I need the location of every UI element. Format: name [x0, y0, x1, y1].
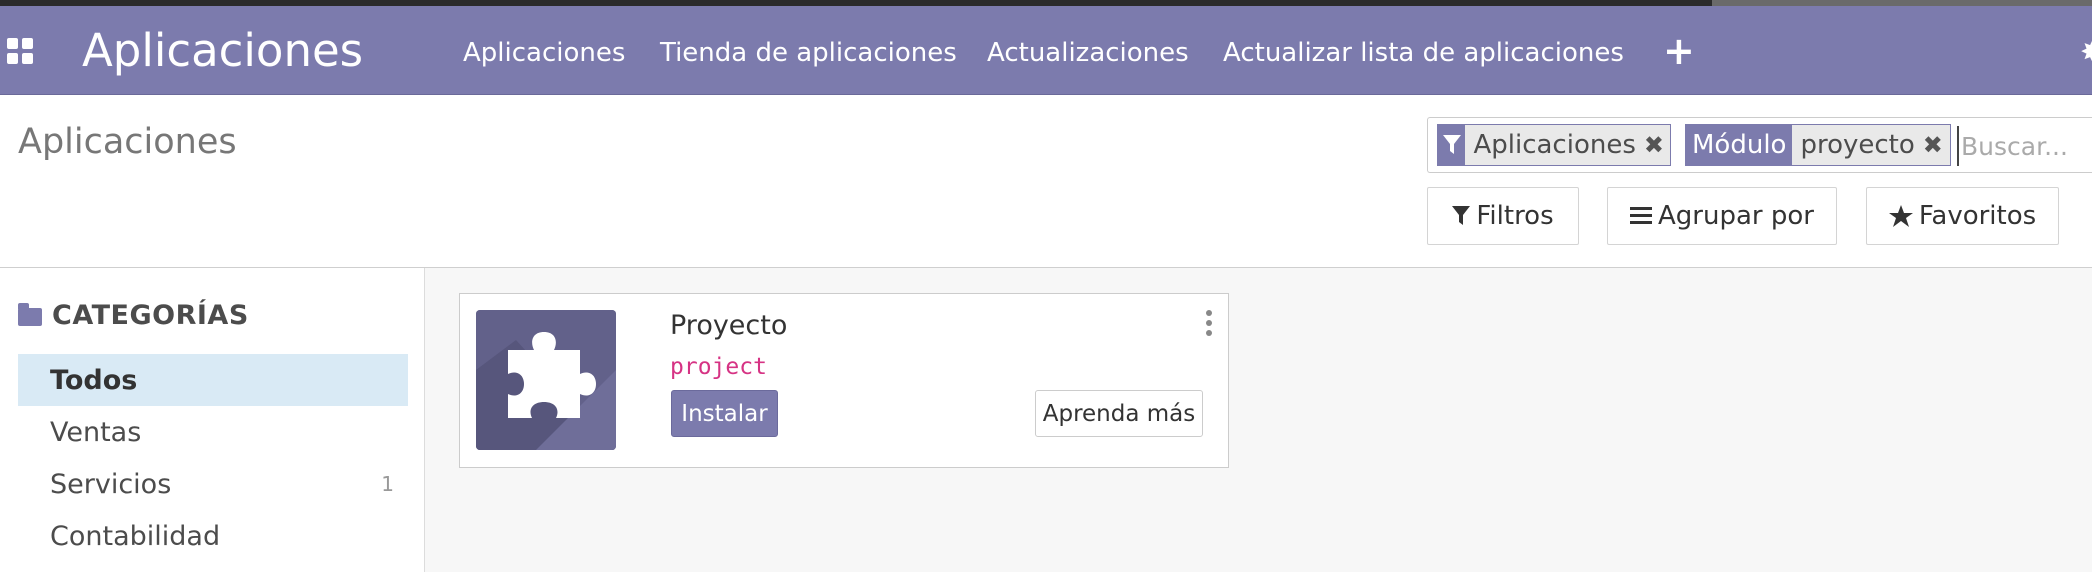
app-card-name: Proyecto	[670, 310, 788, 341]
add-menu-button[interactable]: +	[1663, 28, 1695, 74]
learn-more-button[interactable]: Aprenda más	[1035, 390, 1203, 437]
categories-sidebar: CATEGORÍAS Todos Ventas Servicios 1 Cont…	[0, 268, 425, 572]
kebab-dot	[1206, 320, 1212, 326]
facet-filter[interactable]: Aplicaciones ✖	[1437, 124, 1671, 166]
app-card-technical-name: project	[670, 354, 767, 380]
list-icon	[1630, 207, 1653, 224]
apps-menu-icon[interactable]	[7, 38, 33, 64]
category-item-label: Ventas	[50, 416, 142, 448]
top-navbar: Aplicaciones Aplicaciones Tienda de apli…	[0, 6, 2092, 95]
kebab-menu-icon[interactable]	[1204, 310, 1214, 336]
apps-grid-square	[7, 38, 18, 49]
categories-header: CATEGORÍAS	[18, 299, 249, 333]
category-item-ventas[interactable]: Ventas	[18, 406, 408, 458]
puzzle-icon	[476, 310, 616, 450]
star-icon	[1888, 205, 1913, 227]
install-button[interactable]: Instalar	[671, 390, 778, 437]
category-item-label: Todos	[50, 364, 138, 396]
folder-icon	[18, 303, 42, 326]
facet-modulo-label: Módulo	[1686, 125, 1793, 165]
apps-grid-square	[22, 38, 33, 49]
kebab-dot	[1206, 330, 1212, 336]
facet-remove-icon[interactable]: ✖	[1644, 125, 1670, 165]
filter-icon	[1438, 125, 1466, 165]
filters-button[interactable]: Filtros	[1427, 187, 1579, 245]
facet-modulo-value: proyecto	[1800, 130, 1915, 160]
category-item-label: Servicios	[50, 468, 172, 500]
facet-remove-icon[interactable]: ✖	[1923, 125, 1949, 165]
bug-icon[interactable]: ✸	[2080, 36, 2092, 70]
filters-button-label: Filtros	[1476, 201, 1554, 231]
category-item-label: Contabilidad	[50, 520, 221, 552]
category-item-todos[interactable]: Todos	[18, 354, 408, 406]
apps-grid-square	[7, 53, 18, 64]
facet-filter-value: Aplicaciones	[1473, 130, 1636, 160]
page-title: Aplicaciones	[18, 122, 237, 162]
category-item-contabilidad[interactable]: Contabilidad	[18, 510, 408, 562]
group-by-button-label: Agrupar por	[1658, 201, 1814, 231]
kanban-view: Proyecto project Instalar Aprenda más	[425, 268, 2092, 572]
menu-item-actualizar-lista[interactable]: Actualizar lista de aplicaciones	[1223, 36, 1624, 70]
search-box[interactable]: Aplicaciones ✖ Módulo proyecto ✖	[1427, 117, 2092, 173]
category-item-servicios[interactable]: Servicios 1	[18, 458, 408, 510]
favorites-button-label: Favoritos	[1918, 201, 2037, 231]
kebab-dot	[1206, 310, 1212, 316]
menu-item-actualizaciones[interactable]: Actualizaciones	[987, 36, 1189, 70]
app-card[interactable]: Proyecto project Instalar Aprenda más	[459, 293, 1229, 468]
search-input[interactable]	[1957, 126, 2092, 166]
control-panel: Aplicaciones Aplicaciones ✖ Módulo proye…	[0, 96, 2092, 268]
navbar-brand[interactable]: Aplicaciones	[82, 21, 363, 81]
favorites-button[interactable]: Favoritos	[1866, 187, 2059, 245]
apps-grid-square	[22, 53, 33, 64]
filter-icon	[1452, 206, 1471, 225]
menu-item-tienda[interactable]: Tienda de aplicaciones	[660, 36, 957, 70]
facet-modulo[interactable]: Módulo proyecto ✖	[1685, 124, 1951, 166]
category-item-count: 1	[381, 472, 394, 496]
group-by-button[interactable]: Agrupar por	[1607, 187, 1837, 245]
menu-item-aplicaciones[interactable]: Aplicaciones	[463, 36, 625, 70]
categories-header-label: CATEGORÍAS	[52, 300, 249, 331]
